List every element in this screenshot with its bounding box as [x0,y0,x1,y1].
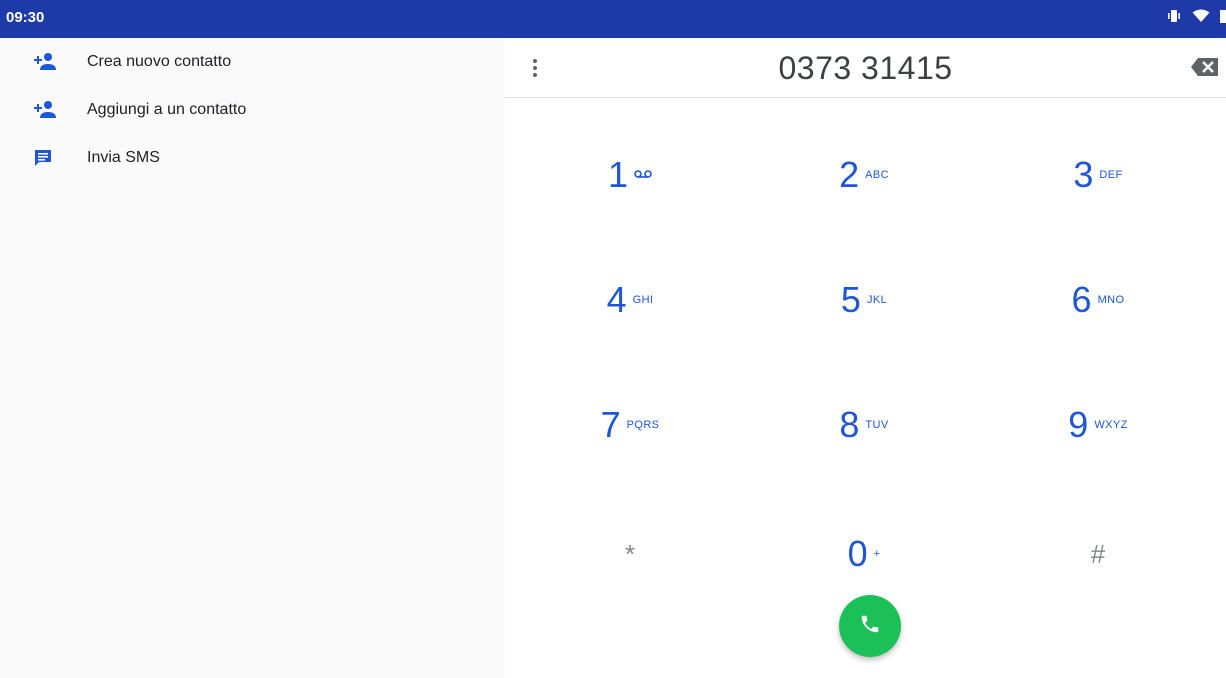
key-0[interactable]: 0 + [784,524,944,584]
key-8[interactable]: 8 TUV [784,395,944,455]
key-7[interactable]: 7 PQRS [550,395,710,455]
key-letters: WXYZ [1094,419,1128,431]
key-letters: + [873,548,881,560]
key-6[interactable]: 6 MNO [1018,270,1178,330]
add-person-icon [30,97,56,123]
key-letters: DEF [1099,169,1123,181]
phone-icon [859,613,881,640]
key-digit: 7 [600,404,621,445]
key-digit: 5 [840,279,861,320]
key-symbol: * [624,538,636,569]
key-digit: 3 [1073,154,1094,195]
key-digit: 2 [839,154,860,195]
create-contact-item[interactable]: Crea nuovo contatto [0,40,505,84]
key-digit: 9 [1068,404,1089,445]
vibrate-icon [1166,9,1182,23]
key-digit: 6 [1071,279,1092,320]
key-hash[interactable]: # [1018,524,1178,584]
key-digit: 4 [606,279,627,320]
add-to-contact-item[interactable]: Aggiungi a un contatto [0,88,505,132]
add-to-contact-label: Aggiungi a un contatto [87,101,247,118]
key-3[interactable]: 3 DEF [1018,145,1178,205]
status-time: 09:30 [6,9,45,26]
key-letters: PQRS [626,419,660,431]
key-letters: MNO [1097,294,1125,306]
key-digit: 0 [847,533,868,574]
key-9[interactable]: 9 WXYZ [1018,395,1178,455]
call-button[interactable] [839,595,901,657]
key-symbol: # [1090,538,1106,569]
add-person-icon [30,49,56,75]
key-digit: 1 [607,154,629,195]
key-digit: 8 [839,404,860,445]
key-star[interactable]: * [550,524,710,584]
voicemail-icon [634,169,652,182]
key-letters: ABC [865,169,889,181]
key-2[interactable]: 2 ABC [784,145,944,205]
key-letters: JKL [866,294,888,306]
key-4[interactable]: 4 GHI [550,270,710,330]
create-contact-label: Crea nuovo contatto [87,53,232,70]
status-bar: 09:30 [0,0,1226,38]
dialed-number[interactable]: 0373 31415 [505,50,1226,87]
battery-icon [1220,9,1226,23]
contact-actions-panel: Crea nuovo contatto Aggiungi a un contat… [0,38,505,678]
digits-bar: 0373 31415 [505,38,1226,98]
wifi-icon [1192,9,1210,23]
key-letters: TUV [865,419,889,431]
key-letters: GHI [632,294,654,306]
send-sms-item[interactable]: Invia SMS [0,136,505,180]
status-icons [1166,9,1226,23]
key-1[interactable]: 1 [550,145,710,205]
dialer-panel: 0373 31415 1 2 ABC 3 DEF 4 GHI 5 JKL 6 M… [505,38,1226,678]
backspace-icon[interactable] [1190,56,1220,80]
message-icon [30,145,56,171]
key-5[interactable]: 5 JKL [784,270,944,330]
send-sms-label: Invia SMS [87,149,160,166]
